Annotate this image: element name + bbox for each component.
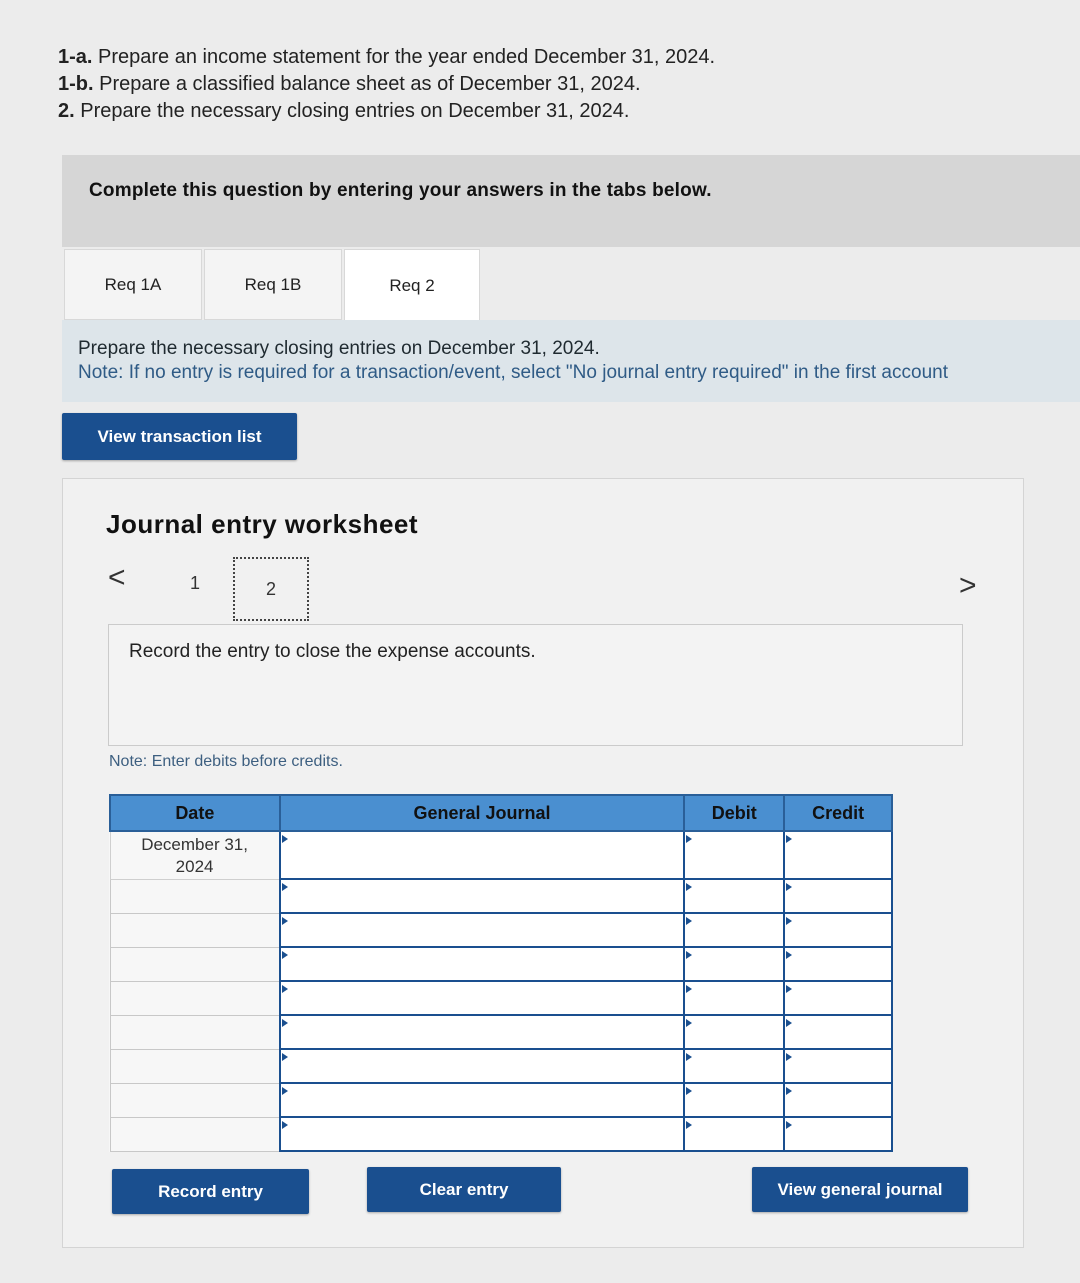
requirement-tabs: Req 1A Req 1B Req 2	[62, 247, 1080, 322]
tab-req-1b[interactable]: Req 1B	[204, 249, 342, 320]
requirement-note: Note: If no entry is required for a tran…	[78, 362, 948, 383]
view-general-journal-button[interactable]: View general journal	[752, 1167, 968, 1212]
entry-instruction: Record the entry to close the expense ac…	[129, 641, 536, 662]
debit-input[interactable]	[683, 1048, 786, 1084]
debit-input[interactable]	[683, 830, 786, 880]
table-row	[109, 1116, 893, 1152]
date-cell	[109, 1014, 281, 1050]
credit-input[interactable]	[783, 830, 893, 880]
debits-credits-note: Note: Enter debits before credits.	[109, 753, 343, 770]
account-input[interactable]	[278, 1014, 686, 1050]
requirement-panel: Prepare the necessary closing entries on…	[62, 320, 1080, 402]
credit-input[interactable]	[783, 1082, 893, 1118]
date-header: Date	[109, 794, 281, 832]
instructions: 1-a. Prepare an income statement for the…	[58, 44, 878, 125]
banner-text: Complete this question by entering your …	[89, 180, 712, 201]
table-row	[109, 1014, 893, 1050]
table-row	[109, 912, 893, 948]
account-input[interactable]	[278, 912, 686, 948]
clear-entry-button[interactable]: Clear entry	[367, 1167, 561, 1212]
debit-input[interactable]	[683, 912, 786, 948]
page-2-current[interactable]: 2	[233, 557, 309, 621]
page-1[interactable]: 1	[190, 573, 200, 594]
debit-input[interactable]	[683, 878, 786, 914]
journal-table: Date General Journal Debit Credit Decemb…	[109, 794, 893, 1152]
date-cell	[109, 1082, 281, 1118]
credit-input[interactable]	[783, 980, 893, 1016]
chevron-left-icon[interactable]: <	[108, 561, 126, 595]
account-input[interactable]	[278, 830, 686, 880]
account-input[interactable]	[278, 980, 686, 1016]
debit-input[interactable]	[683, 1082, 786, 1118]
date-cell	[109, 1048, 281, 1084]
table-row	[109, 1082, 893, 1118]
worksheet-title: Journal entry worksheet	[106, 509, 419, 539]
entry-instruction-box: Record the entry to close the expense ac…	[108, 624, 963, 746]
table-row	[109, 1048, 893, 1084]
journal-entry-worksheet: Journal entry worksheet < 1 2 > Record t…	[62, 478, 1024, 1248]
credit-input[interactable]	[783, 946, 893, 982]
instructions-banner: Complete this question by entering your …	[62, 155, 1080, 247]
table-row	[109, 878, 893, 914]
credit-input[interactable]	[783, 1048, 893, 1084]
table-row: December 31, 2024	[109, 830, 893, 880]
instruction-1a: 1-a. Prepare an income statement for the…	[58, 46, 716, 68]
view-transaction-list-button[interactable]: View transaction list	[62, 413, 297, 460]
account-input[interactable]	[278, 1116, 686, 1152]
date-cell	[109, 980, 281, 1016]
debit-input[interactable]	[683, 980, 786, 1016]
table-row	[109, 980, 893, 1016]
record-entry-button[interactable]: Record entry	[112, 1169, 309, 1214]
requirement-prompt: Prepare the necessary closing entries on…	[78, 338, 600, 359]
debit-input[interactable]	[683, 1116, 786, 1152]
credit-input[interactable]	[783, 878, 893, 914]
date-cell	[109, 946, 281, 982]
tab-req-1a[interactable]: Req 1A	[64, 249, 202, 320]
date-cell	[109, 878, 281, 914]
tab-req-2[interactable]: Req 2	[344, 249, 480, 322]
credit-header: Credit	[783, 794, 893, 832]
debit-input[interactable]	[683, 1014, 786, 1050]
credit-input[interactable]	[783, 1116, 893, 1152]
debit-input[interactable]	[683, 946, 786, 982]
chevron-right-icon[interactable]: >	[959, 569, 977, 603]
account-input[interactable]	[278, 878, 686, 914]
credit-input[interactable]	[783, 1014, 893, 1050]
date-cell: December 31, 2024	[109, 830, 281, 880]
account-input[interactable]	[278, 1048, 686, 1084]
instruction-2: 2. Prepare the necessary closing entries…	[58, 100, 630, 122]
date-cell	[109, 1116, 281, 1152]
credit-input[interactable]	[783, 912, 893, 948]
general-journal-header: General Journal	[278, 794, 686, 832]
account-input[interactable]	[278, 946, 686, 982]
table-row	[109, 946, 893, 982]
instruction-1b: 1-b. Prepare a classified balance sheet …	[58, 73, 641, 95]
date-cell	[109, 912, 281, 948]
account-input[interactable]	[278, 1082, 686, 1118]
table-header-row: Date General Journal Debit Credit	[109, 794, 893, 832]
debit-header: Debit	[683, 794, 786, 832]
